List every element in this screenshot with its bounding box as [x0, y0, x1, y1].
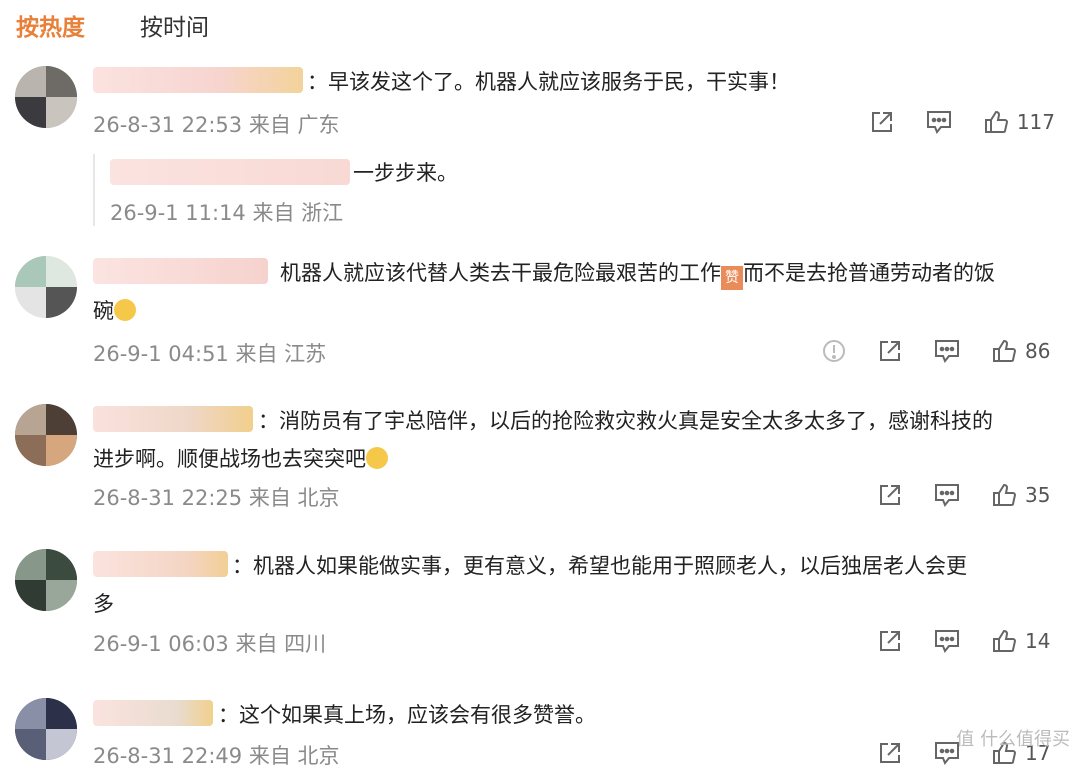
comment-location: 来自 北京	[248, 486, 340, 510]
comment-time: 26-8-31 22:49	[93, 744, 243, 768]
like-count: 35	[1025, 483, 1051, 507]
comment-text-line2: 碗	[93, 294, 136, 329]
reply-time: 26-9-1 11:14	[110, 201, 246, 225]
avatar[interactable]	[15, 549, 77, 611]
blurred-username[interactable]	[93, 406, 253, 432]
share-icon	[880, 743, 900, 763]
avatar[interactable]	[15, 66, 77, 128]
comment-time: 26-9-1 06:03	[93, 632, 229, 656]
reply-button[interactable]	[933, 482, 961, 508]
blurred-username[interactable]	[110, 159, 350, 185]
comment-text-part: 而不是去抢普通劳动者的饭	[743, 261, 995, 285]
comment-time: 26-8-31 22:25	[93, 486, 243, 510]
comment-location: 来自 广东	[248, 113, 340, 137]
avatar[interactable]	[15, 404, 77, 466]
comment-text-line2: 多	[93, 592, 114, 616]
comment-actions: 14	[847, 626, 1055, 656]
comment-text-part: 碗	[93, 299, 114, 323]
comment-item: ：这个如果真上场，应该会有很多赞誉。 26-8-31 22:49 来自 北京 1…	[0, 692, 1080, 768]
comment-actions: 35	[847, 480, 1055, 510]
comment-item: 机器人就应该代替人类去干最危险最艰苦的工作赞而不是去抢普通劳动者的饭 碗 26-…	[0, 252, 1080, 382]
comment-meta: 26-9-1 04:51 来自 江苏	[93, 338, 326, 368]
sort-tabs: 按热度 按时间	[0, 0, 1080, 50]
comment-actions: 86	[791, 336, 1055, 366]
comment-location: 来自 北京	[248, 744, 340, 768]
blurred-username[interactable]	[93, 258, 268, 284]
comment-icon	[935, 630, 959, 653]
like-button[interactable]: 35	[991, 482, 1055, 508]
report-icon	[823, 340, 845, 362]
comment-text-line1: ：机器人如果能做实事，更有意义，希望也能用于照顾老人，以后独居老人会更	[232, 554, 967, 578]
reply-button[interactable]	[925, 109, 953, 135]
share-icon	[871, 112, 892, 132]
tab-hot[interactable]: 按热度	[16, 8, 85, 42]
laugh-emoji	[366, 447, 388, 469]
like-button[interactable]: 86	[991, 338, 1055, 364]
like-icon	[993, 629, 1017, 652]
reply-meta: 26-9-1 11:14 来自 浙江	[110, 197, 343, 227]
reply-text: 一步步来。	[353, 161, 458, 185]
comment-meta: 26-8-31 22:25 来自 北京	[93, 482, 340, 512]
comment-text-part: 机器人就应该代替人类去干最危险最艰苦的工作	[280, 261, 721, 285]
comment-text: ：这个如果真上场，应该会有很多赞誉。	[218, 703, 596, 727]
tab-time[interactable]: 按时间	[140, 8, 209, 42]
comment-location: 来自 四川	[235, 632, 327, 656]
comment-time: 26-8-31 22:53	[93, 113, 243, 137]
like-icon	[993, 339, 1017, 362]
comment-text-line1: ：消防员有了宇总陪伴，以后的抢险救灾救火真是安全太多太多了，感谢科技的	[258, 409, 993, 433]
avatar[interactable]	[15, 698, 77, 760]
comment-icon	[926, 111, 951, 134]
like-button[interactable]: 117	[983, 109, 1055, 135]
avatar[interactable]	[15, 256, 77, 318]
comment-text: ：早该发这个了。机器人就应该服务于民，干实事！	[307, 70, 790, 94]
comment-icon	[935, 484, 959, 507]
watermark-text: 值 什么值得买	[956, 729, 1070, 750]
share-button[interactable]	[877, 482, 903, 508]
comment-actions: 117	[839, 107, 1055, 137]
laugh-emoji	[114, 299, 136, 321]
comment-text: 机器人就应该代替人类去干最危险最艰苦的工作赞而不是去抢普通劳动者的饭	[280, 256, 995, 291]
share-button[interactable]	[877, 338, 903, 364]
reply-button[interactable]	[933, 628, 961, 654]
share-icon	[880, 341, 900, 361]
comment-item: ：消防员有了宇总陪伴，以后的抢险救灾救火真是安全太多太多了，感谢科技的 进步啊。…	[0, 400, 1080, 525]
comment-text-part: 进步啊。顺便战场也去突突吧	[93, 447, 366, 471]
comment-time: 26-9-1 04:51	[93, 342, 229, 366]
like-count: 117	[1016, 110, 1055, 134]
blurred-username[interactable]	[93, 700, 213, 726]
blurred-username[interactable]	[93, 67, 303, 93]
share-button[interactable]	[877, 740, 903, 766]
reply-location: 来自 浙江	[252, 201, 344, 225]
like-count: 86	[1025, 339, 1051, 363]
like-count: 14	[1025, 629, 1051, 653]
comment-item: ：早该发这个了。机器人就应该服务于民，干实事！ 26-8-31 22:53 来自…	[0, 62, 1080, 232]
share-button[interactable]	[877, 628, 903, 654]
like-button[interactable]: 14	[991, 628, 1055, 654]
share-icon	[880, 485, 900, 505]
comment-meta: 26-8-31 22:53 来自 广东	[93, 109, 340, 139]
report-button[interactable]	[821, 338, 847, 364]
comment-location: 来自 江苏	[235, 342, 327, 366]
zan-emoji: 赞	[721, 266, 743, 290]
site-watermark: 值 什么值得买	[956, 725, 1070, 751]
blurred-username[interactable]	[93, 551, 228, 577]
comment-item: ：机器人如果能做实事，更有意义，希望也能用于照顾老人，以后独居老人会更 多 26…	[0, 545, 1080, 670]
share-icon	[880, 631, 900, 651]
like-icon	[993, 483, 1017, 506]
reply-block: 一步步来。 26-9-1 11:14 来自 浙江	[93, 154, 1045, 226]
reply-button[interactable]	[933, 338, 961, 364]
comment-meta: 26-9-1 06:03 来自 四川	[93, 628, 326, 658]
comment-icon	[935, 340, 959, 363]
share-button[interactable]	[869, 109, 895, 135]
comment-text-line2: 进步啊。顺便战场也去突突吧	[93, 442, 388, 477]
comment-meta: 26-8-31 22:49 来自 北京	[93, 740, 340, 770]
like-icon	[984, 110, 1008, 133]
